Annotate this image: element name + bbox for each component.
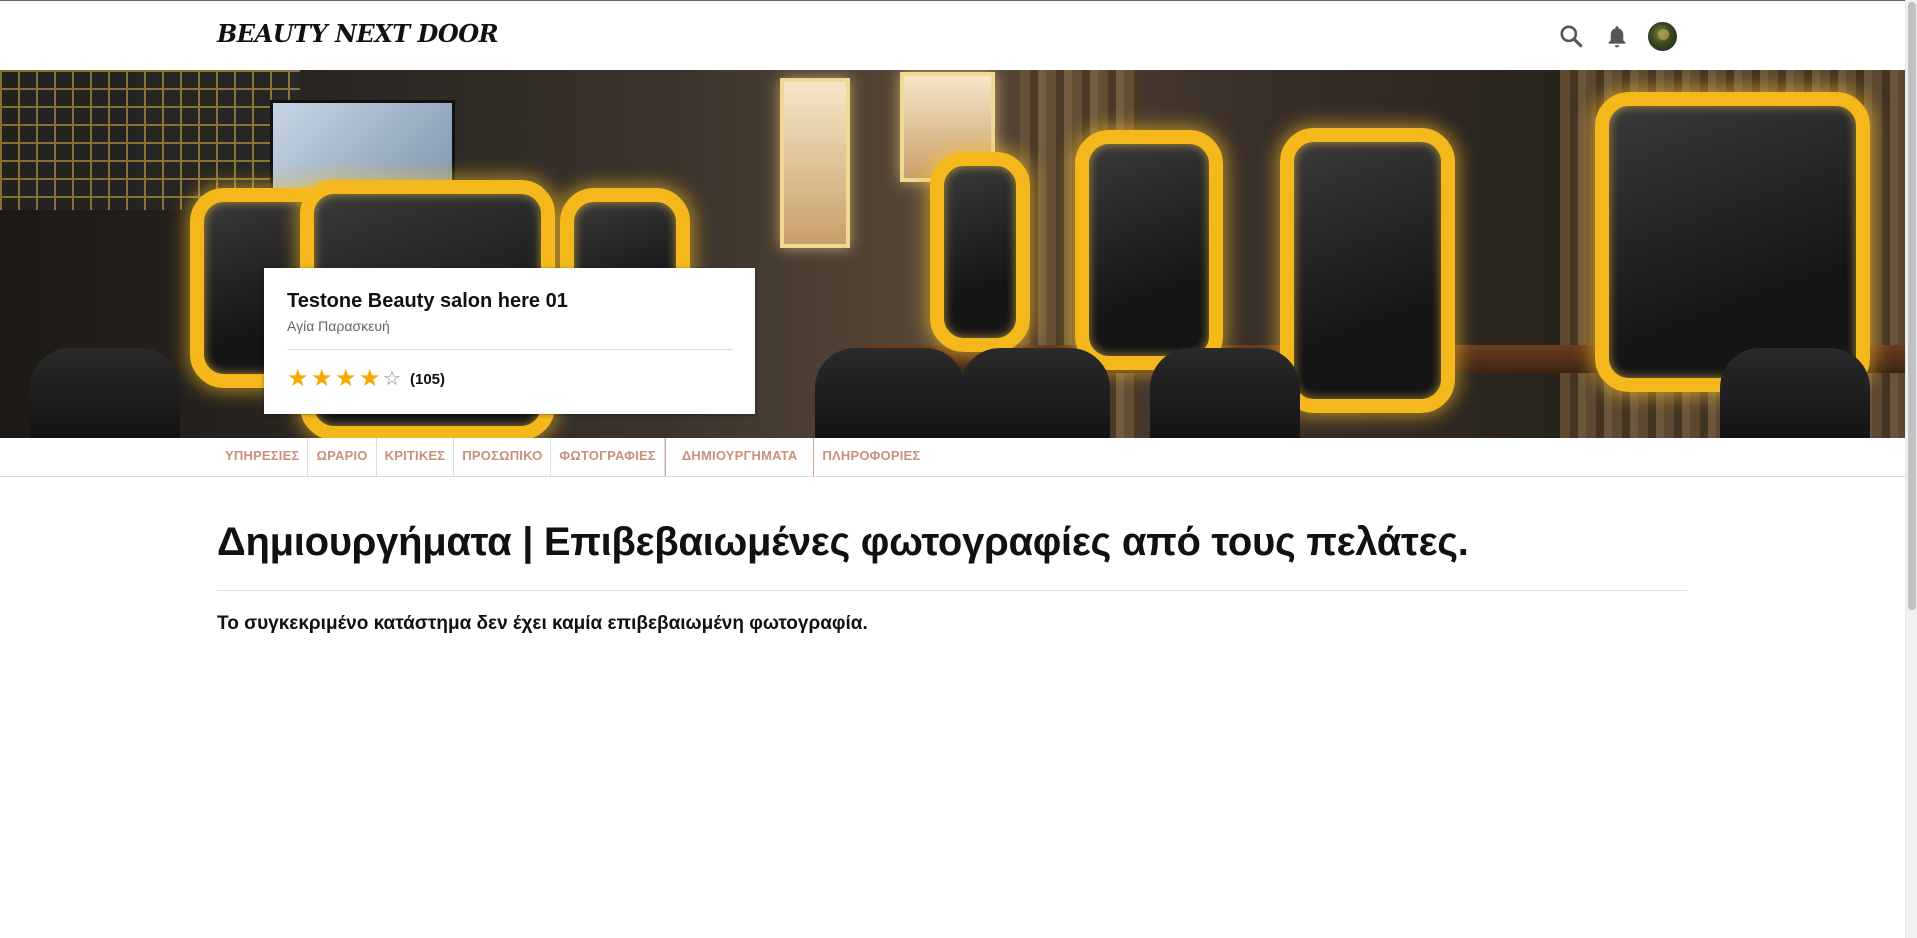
hero-mirror: [1595, 92, 1870, 392]
user-avatar[interactable]: [1648, 22, 1677, 51]
content-divider: [217, 590, 1687, 591]
hero-mirror: [1075, 130, 1223, 370]
card-divider: [287, 349, 733, 350]
top-header: BEAUTY NEXT DOOR: [0, 0, 1905, 70]
tab-creations[interactable]: ΔΗΜΙΟΥΡΓΗΜΑΤΑ: [664, 438, 815, 476]
review-count[interactable]: (105): [410, 371, 445, 388]
empty-state-message: Το συγκεκριμένο κατάστημα δεν έχει καμία…: [217, 613, 868, 634]
star-icon: ★: [287, 365, 309, 392]
rating[interactable]: ★ ★ ★ ★ ☆ (105): [287, 367, 445, 391]
hero-chair: [1150, 348, 1300, 438]
hero-chair: [815, 348, 965, 438]
salon-info-card: Testone Beauty salon here 01 Αγία Παρασκ…: [264, 268, 755, 414]
star-icon: ★: [311, 365, 333, 392]
hero-mirror: [1280, 128, 1455, 413]
bell-icon[interactable]: [1604, 23, 1630, 49]
star-icon: ★: [359, 365, 381, 392]
star-icon: ☆: [383, 368, 401, 390]
salon-tabs: ΥΠΗΡΕΣΙΕΣ ΩΡΑΡΙΟ ΚΡΙΤΙΚΕΣ ΠΡΟΣΩΠΙΚΟ ΦΩΤΟ…: [0, 438, 1905, 477]
page-title: Δημιουργήματα | Επιβεβαιωμένες φωτογραφί…: [217, 520, 1469, 564]
tab-reviews[interactable]: ΚΡΙΤΙΚΕΣ: [377, 438, 455, 476]
search-icon[interactable]: [1558, 23, 1584, 49]
hero-poster: [780, 78, 850, 248]
tab-hours[interactable]: ΩΡΑΡΙΟ: [308, 438, 377, 476]
salon-name: Testone Beauty salon here 01: [287, 290, 568, 312]
hero-chair: [960, 348, 1110, 438]
scroll-thumb[interactable]: [1908, 2, 1916, 610]
hero-chair: [30, 348, 180, 438]
tab-list: ΥΠΗΡΕΣΙΕΣ ΩΡΑΡΙΟ ΚΡΙΤΙΚΕΣ ΠΡΟΣΩΠΙΚΟ ΦΩΤΟ…: [217, 438, 928, 476]
hero-mirror: [930, 152, 1030, 352]
page-scrollbar[interactable]: [1905, 0, 1917, 938]
star-icon: ★: [335, 365, 357, 392]
tab-staff[interactable]: ΠΡΟΣΩΠΙΚΟ: [454, 438, 552, 476]
tab-services[interactable]: ΥΠΗΡΕΣΙΕΣ: [217, 438, 309, 476]
salon-location: Αγία Παρασκευή: [287, 318, 390, 334]
tab-photos[interactable]: ΦΩΤΟΓΡΑΦΙΕΣ: [551, 438, 665, 476]
site-logo[interactable]: BEAUTY NEXT DOOR: [217, 19, 499, 48]
tab-info[interactable]: ΠΛΗΡΟΦΟΡΙΕΣ: [814, 438, 928, 476]
hero-chair: [1720, 348, 1870, 438]
